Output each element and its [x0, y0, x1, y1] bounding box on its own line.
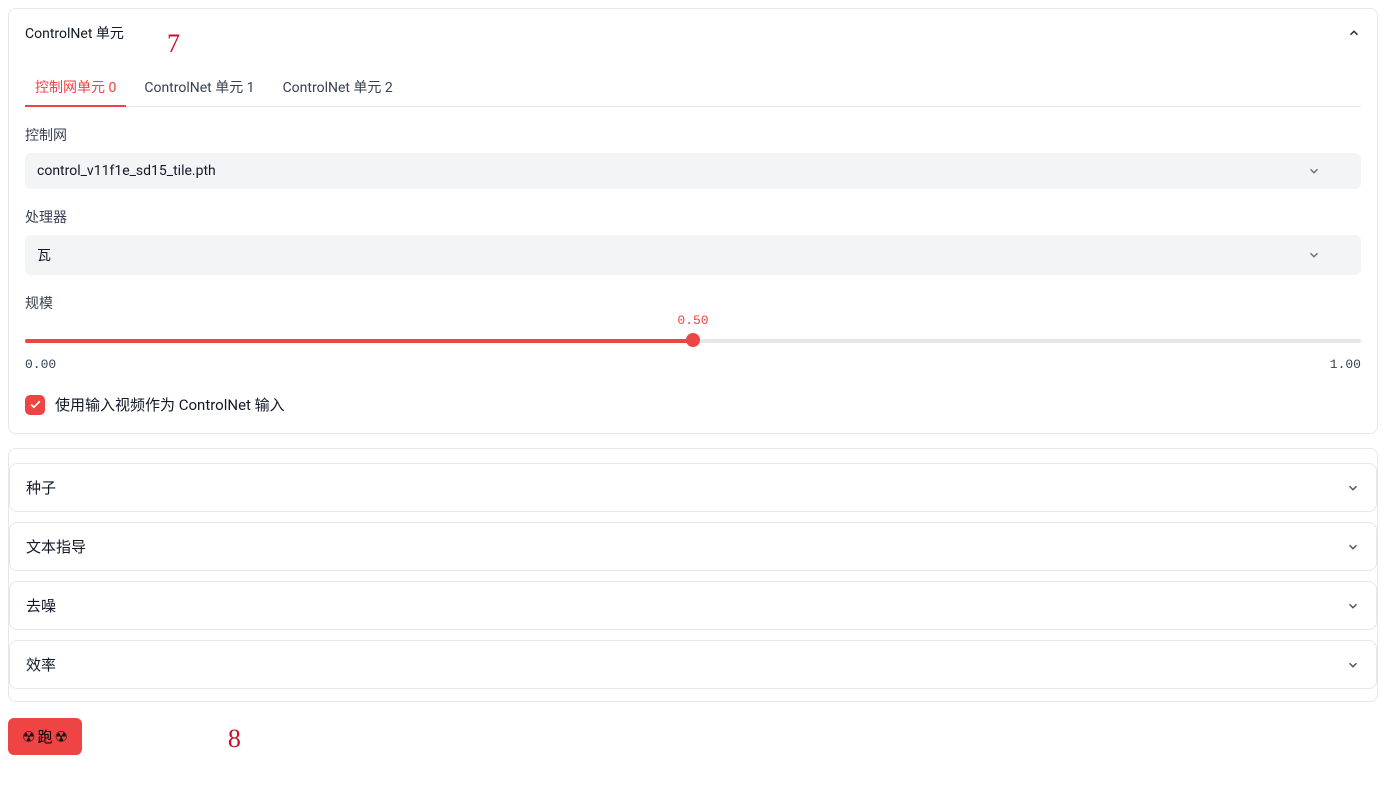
use-input-video-checkbox[interactable] — [25, 395, 45, 415]
model-field: 控制网 control_v11f1e_sd15_tile.pth — [25, 125, 1361, 189]
accordion-text-guidance[interactable]: 文本指导 — [9, 522, 1377, 571]
chevron-down-icon — [1346, 481, 1360, 495]
chevron-down-icon — [1307, 248, 1321, 262]
slider-fill — [25, 339, 693, 343]
chevron-down-icon — [1346, 540, 1360, 554]
use-input-video-label: 使用输入视频作为 ControlNet 输入 — [55, 394, 285, 415]
annotation-7: 7 — [167, 29, 180, 59]
use-input-video-row: 使用输入视频作为 ControlNet 输入 — [25, 394, 1361, 415]
accordion-seed[interactable]: 种子 — [9, 463, 1377, 512]
chevron-up-icon — [1347, 26, 1361, 40]
controlnet-panel-header[interactable]: ControlNet 单元 — [25, 23, 1361, 43]
chevron-down-icon — [1307, 164, 1321, 178]
tab-controlnet-unit-1[interactable]: ControlNet 单元 1 — [134, 69, 264, 107]
slider-thumb[interactable] — [686, 333, 700, 347]
extra-settings-panel: 种子 文本指导 去噪 效率 — [8, 448, 1378, 702]
accordion-efficiency[interactable]: 效率 — [9, 640, 1377, 689]
accordion-denoise-label: 去噪 — [26, 595, 56, 616]
preprocessor-field: 处理器 瓦 — [25, 207, 1361, 275]
preprocessor-select-value: 瓦 — [37, 245, 51, 265]
chevron-down-icon — [1346, 599, 1360, 613]
preprocessor-select[interactable]: 瓦 — [25, 235, 1361, 275]
model-select[interactable]: control_v11f1e_sd15_tile.pth — [25, 153, 1361, 189]
run-button[interactable]: ☢ 跑 ☢ — [8, 718, 82, 755]
scale-slider[interactable]: 0.50 — [25, 329, 1361, 351]
tab-controlnet-unit-0[interactable]: 控制网单元 0 — [25, 69, 126, 107]
controlnet-tabs: 控制网单元 0 ControlNet 单元 1 ControlNet 单元 2 — [25, 69, 1361, 107]
slider-minmax: 0.00 1.00 — [25, 357, 1361, 372]
run-row: ☢ 跑 ☢ 8 — [8, 716, 1378, 757]
scale-label: 规模 — [25, 293, 1361, 313]
tab-controlnet-unit-2[interactable]: ControlNet 单元 2 — [273, 69, 403, 107]
radioactive-icon: ☢ — [54, 728, 67, 746]
controlnet-panel: 7 ControlNet 单元 控制网单元 0 ControlNet 单元 1 … — [8, 8, 1378, 434]
chevron-down-icon — [1346, 658, 1360, 672]
annotation-8: 8 — [228, 724, 241, 754]
controlnet-panel-title: ControlNet 单元 — [25, 23, 124, 43]
slider-max: 1.00 — [1330, 357, 1361, 372]
slider-value-label: 0.50 — [677, 313, 708, 328]
model-label: 控制网 — [25, 125, 1361, 145]
slider-min: 0.00 — [25, 357, 56, 372]
accordion-denoise[interactable]: 去噪 — [9, 581, 1377, 630]
accordion-text-guidance-label: 文本指导 — [26, 536, 86, 557]
accordion-efficiency-label: 效率 — [26, 654, 56, 675]
scale-field: 规模 0.50 0.00 1.00 — [25, 293, 1361, 372]
preprocessor-label: 处理器 — [25, 207, 1361, 227]
run-button-label: 跑 — [37, 726, 52, 747]
accordion-seed-label: 种子 — [26, 477, 56, 498]
radioactive-icon: ☢ — [22, 728, 35, 746]
model-select-value: control_v11f1e_sd15_tile.pth — [37, 163, 216, 179]
